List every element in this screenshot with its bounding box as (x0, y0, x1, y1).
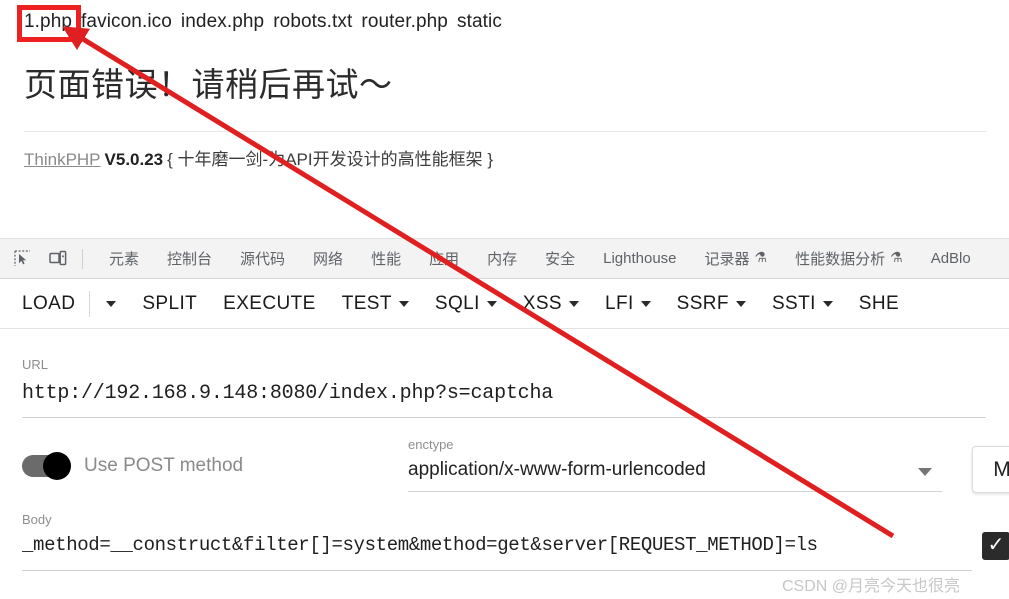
devtools-tabbar: 元素 控制台 源代码 网络 性能 应用 内存 安全 Lighthouse 记录器… (0, 238, 1009, 279)
button-label: XSS (522, 292, 562, 314)
button-label: LOAD (22, 292, 76, 314)
tab-label: 性能数据分析 (795, 251, 886, 268)
chevron-down-icon (640, 300, 651, 307)
tab-recorder[interactable]: 记录器 ⚗ (691, 248, 782, 269)
chevron-down-icon (822, 300, 833, 307)
tab-label: 安全 (545, 251, 576, 268)
url-underline (22, 417, 986, 418)
tab-lighthouse[interactable]: Lighthouse (589, 250, 690, 267)
ssrf-menu-button[interactable]: SSRF (677, 293, 772, 315)
thinkphp-slogan: { 十年磨一剑-为API开发设计的高性能框架 } (167, 150, 494, 169)
toggle-knob (43, 452, 71, 480)
tab-performance[interactable]: 性能 (357, 248, 415, 269)
shell-menu-button[interactable]: SHE (859, 293, 925, 315)
dir-entry-static[interactable]: static (457, 11, 502, 33)
tab-label: 源代码 (240, 251, 286, 268)
tab-security[interactable]: 安全 (531, 248, 589, 269)
directory-listing: 1.php favicon.ico index.php robots.txt r… (0, 0, 1009, 44)
check-icon: ✓ (987, 534, 1005, 556)
button-label: TEST (341, 292, 392, 314)
body-checkbox[interactable]: ✓ (982, 532, 1009, 560)
inspect-element-icon[interactable] (8, 245, 36, 273)
flask-icon: ⚗ (890, 249, 903, 265)
dir-entry-indexphp[interactable]: index.php (181, 11, 264, 33)
tab-network[interactable]: 网络 (299, 248, 357, 269)
method-button[interactable]: M (972, 446, 1009, 493)
button-label: EXECUTE (223, 292, 316, 314)
tab-elements[interactable]: 元素 (95, 248, 153, 269)
post-method-label: Use POST method (84, 455, 244, 476)
button-label: LFI (605, 292, 634, 314)
test-menu-button[interactable]: TEST (342, 293, 435, 315)
tab-label: 内存 (487, 251, 518, 268)
tab-label: AdBlo (930, 250, 971, 267)
xss-menu-button[interactable]: XSS (523, 293, 605, 315)
chevron-down-icon[interactable] (918, 468, 932, 476)
chevron-down-icon (486, 300, 497, 307)
tab-label: 网络 (313, 251, 344, 268)
tab-performance-insights[interactable]: 性能数据分析 ⚗ (781, 248, 917, 269)
tab-label: 记录器 (704, 251, 750, 268)
framework-footer: ThinkPHP V5.0.23{ 十年磨一剑-为API开发设计的高性能框架 } (24, 145, 493, 170)
body-label: Body (22, 512, 52, 527)
tab-application[interactable]: 应用 (415, 248, 473, 269)
thinkphp-link[interactable]: ThinkPHP (24, 150, 101, 169)
toggle-track (22, 452, 71, 480)
post-method-toggle[interactable]: Use POST method (22, 452, 244, 480)
tab-label: 元素 (109, 251, 140, 268)
tab-console[interactable]: 控制台 (153, 248, 226, 269)
url-label: URL (22, 357, 49, 372)
tab-sources[interactable]: 源代码 (226, 248, 299, 269)
tab-label: 性能 (371, 251, 402, 268)
dir-entry-robotstxt[interactable]: robots.txt (273, 11, 352, 33)
sqli-menu-button[interactable]: SQLI (435, 293, 523, 315)
lfi-menu-button[interactable]: LFI (605, 293, 677, 315)
button-label: SPLIT (142, 292, 198, 314)
thinkphp-version: V5.0.23 (104, 150, 164, 169)
toolbar-divider (89, 290, 91, 317)
enctype-underline (408, 491, 942, 492)
enctype-select[interactable]: application/x-www-form-urlencoded (408, 459, 706, 481)
button-label: SSRF (676, 292, 729, 314)
dir-entry-routerphp[interactable]: router.php (361, 11, 448, 33)
tab-label: 应用 (429, 251, 460, 268)
url-input[interactable]: http://192.168.9.148:8080/index.php?s=ca… (22, 382, 553, 405)
chevron-down-icon (398, 300, 409, 307)
tab-adblock[interactable]: AdBlo (917, 250, 985, 267)
chevron-down-icon (735, 300, 746, 307)
dir-entry-1php[interactable]: 1.php (24, 11, 72, 33)
ssti-menu-button[interactable]: SSTI (772, 293, 859, 315)
chevron-down-icon (569, 300, 579, 307)
load-button[interactable]: LOAD (22, 293, 87, 315)
tab-label: Lighthouse (603, 250, 677, 267)
body-underline (22, 570, 972, 571)
flask-icon: ⚗ (754, 249, 768, 265)
execute-button[interactable]: EXECUTE (223, 293, 342, 315)
device-toolbar-icon[interactable] (44, 245, 72, 273)
body-input[interactable]: _method=__construct&filter[]=system&meth… (22, 534, 818, 556)
divider (24, 131, 986, 132)
button-label: SHE (858, 292, 900, 314)
hackbar-toolbar: LOAD SPLIT EXECUTE TEST SQLI XSS LFI SSR… (0, 279, 1009, 329)
button-label: SQLI (434, 292, 480, 314)
tab-memory[interactable]: 内存 (473, 248, 531, 269)
split-button[interactable]: SPLIT (142, 293, 223, 315)
button-label: SSTI (771, 292, 816, 314)
load-dropdown-button[interactable] (106, 300, 142, 307)
dir-entry-favicon[interactable]: favicon.ico (81, 11, 172, 33)
watermark: CSDN @月亮今天也很亮 (782, 578, 961, 595)
enctype-label: enctype (408, 437, 454, 452)
tab-label: 控制台 (167, 251, 213, 268)
toolbar-separator (82, 248, 83, 269)
page-title: 页面错误！请稍后再试～ (24, 66, 393, 103)
chevron-down-icon (106, 300, 117, 307)
